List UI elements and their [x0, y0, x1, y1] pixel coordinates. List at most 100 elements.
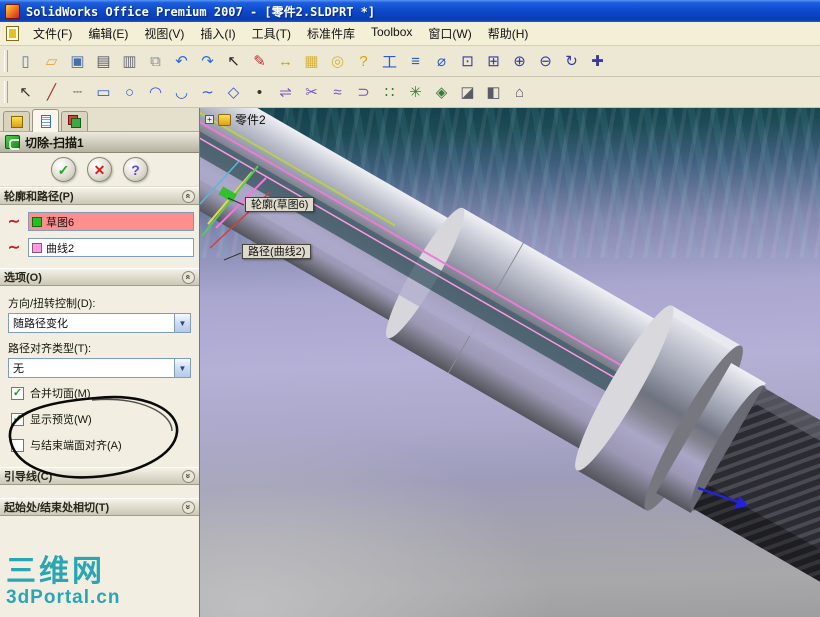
- selection-field[interactable]: 草图6: [28, 212, 194, 231]
- new-document-icon[interactable]: ▯: [13, 49, 38, 73]
- menu-item[interactable]: 插入(I): [192, 22, 243, 45]
- check-mark-icon: [13, 412, 22, 425]
- measure-icon[interactable]: ⌀: [429, 49, 454, 73]
- cancel-button[interactable]: ✕: [87, 157, 112, 182]
- zoom-fit-icon[interactable]: ⊡: [455, 49, 480, 73]
- dropdown-arrow-icon[interactable]: [174, 359, 190, 377]
- checkbox[interactable]: [11, 412, 24, 426]
- undo-icon[interactable]: ↶: [169, 49, 194, 73]
- checkbox[interactable]: [11, 438, 24, 452]
- save-icon[interactable]: ▣: [65, 49, 90, 73]
- group-options-body: 方向/扭转控制(D): 随路径变化 路径对齐类型(T): 无 合并切面(M): [0, 286, 199, 467]
- print-icon[interactable]: ▤: [91, 49, 116, 73]
- menu-item[interactable]: 帮助(H): [480, 22, 537, 45]
- expand-chevron-icon[interactable]: [182, 500, 195, 514]
- selection-value: 曲线2: [46, 242, 75, 255]
- checkbox[interactable]: [11, 386, 24, 400]
- selection-field[interactable]: 曲线2: [28, 238, 194, 257]
- title-bar: SolidWorks Office Premium 2007 - [零件2.SL…: [0, 0, 820, 22]
- pan-view-icon[interactable]: ✚: [585, 49, 610, 73]
- collapse-chevron-icon[interactable]: [182, 270, 195, 284]
- property-manager-panel: 切除-扫描1 ✓ ✕ ? 轮廓和路径(P) ∼: [0, 108, 200, 617]
- option-checkbox-row[interactable]: 合并切面(M): [11, 385, 194, 401]
- zoom-area-icon[interactable]: ⊞: [481, 49, 506, 73]
- check-mark-icon: [13, 386, 22, 399]
- configuration-manager-tab[interactable]: [61, 111, 88, 131]
- group-start-end-tangency-header[interactable]: 起始处/结束处相切(T): [0, 498, 199, 516]
- section-view-icon[interactable]: ◧: [481, 80, 506, 104]
- linear-pattern-icon[interactable]: ∷: [377, 80, 402, 104]
- line-icon[interactable]: ╱: [39, 80, 64, 104]
- centerline-icon[interactable]: ┄: [65, 80, 90, 104]
- ok-button[interactable]: ✓: [51, 157, 76, 182]
- zoom-out-icon[interactable]: ⊖: [533, 49, 558, 73]
- copy-icon[interactable]: ⧉: [143, 49, 168, 73]
- toolbar-drag-handle[interactable]: [4, 81, 8, 103]
- menu-item[interactable]: 编辑(E): [80, 22, 136, 45]
- group-profile-path-header[interactable]: 轮廓和路径(P): [0, 187, 199, 205]
- path-callout[interactable]: 路径(曲线2): [242, 244, 312, 259]
- option-checkbox-row[interactable]: 显示预览(W): [11, 411, 194, 427]
- display-style-icon[interactable]: ◪: [455, 80, 480, 104]
- point-icon[interactable]: •: [247, 80, 272, 104]
- graphics-area[interactable]: + 零件2 轮廓(草图6) 路径(曲线2): [200, 108, 820, 617]
- property-sheet-icon: [40, 114, 51, 128]
- expand-chevron-icon[interactable]: [182, 469, 195, 483]
- toolbar-drag-handle[interactable]: [4, 50, 8, 72]
- selection-value: 草图6: [46, 216, 75, 229]
- feature-tree-icon: [10, 115, 23, 128]
- open-folder-icon[interactable]: ▱: [39, 49, 64, 73]
- select-arrow-icon[interactable]: ↖: [221, 49, 246, 73]
- sketch-select-icon[interactable]: ↖: [13, 80, 38, 104]
- menu-item[interactable]: 窗口(W): [420, 22, 479, 45]
- part-tree-label[interactable]: 零件2: [235, 111, 266, 128]
- part-icon: [218, 113, 231, 126]
- tangent-arc-icon[interactable]: ◡: [169, 80, 194, 104]
- path-alignment-combo[interactable]: 无: [8, 358, 191, 378]
- group-guide-curves-header[interactable]: 引导线(C): [0, 467, 199, 485]
- zoom-in-icon[interactable]: ⊕: [507, 49, 532, 73]
- view-orientation-icon[interactable]: ⌂: [507, 80, 532, 104]
- path-selector-icon: ∼: [7, 239, 21, 256]
- rectangle-icon[interactable]: ▭: [91, 80, 116, 104]
- arc-icon[interactable]: ◠: [143, 80, 168, 104]
- standard-toolbar-icons: ▯ ▱ ▣ ▤ ▥ ⧉ ↶ ↷ ↖ ✎ ↔ ▦ ◎? 工 ≡ ⌀ ⊡ ⊞ ⊕ ⊖ ↻ ✚: [13, 49, 610, 73]
- menu-item[interactable]: 文件(F): [25, 22, 80, 45]
- sketch-icon[interactable]: ✎: [247, 49, 272, 73]
- menu-item[interactable]: Toolbox: [363, 22, 420, 45]
- group-options-header[interactable]: 选项(O): [0, 268, 199, 286]
- circle-icon[interactable]: ○: [117, 80, 142, 104]
- property-manager-tab[interactable]: [32, 109, 59, 132]
- selection-row: ∼ 曲线2: [5, 238, 194, 257]
- convert-entities-icon[interactable]: ⊃: [351, 80, 376, 104]
- menu-item[interactable]: 视图(V): [136, 22, 192, 45]
- polygon-icon[interactable]: ◇: [221, 80, 246, 104]
- rotate-view-icon[interactable]: ↻: [559, 49, 584, 73]
- smart-dimension-icon[interactable]: ↔: [273, 49, 298, 73]
- mirror-entities-icon[interactable]: ⇌: [273, 80, 298, 104]
- spline-icon[interactable]: ∼: [195, 80, 220, 104]
- help-icon[interactable]: ?: [351, 49, 376, 73]
- dropdown-arrow-icon[interactable]: [174, 314, 190, 332]
- option-checkbox-row[interactable]: 与结束端面对齐(A): [11, 437, 194, 453]
- help-button[interactable]: ?: [123, 157, 148, 182]
- collapse-chevron-icon[interactable]: [182, 189, 195, 203]
- profile-callout[interactable]: 轮廓(草图6): [245, 197, 315, 212]
- redo-icon[interactable]: ↷: [195, 49, 220, 73]
- print-preview-icon[interactable]: ▥: [117, 49, 142, 73]
- cosmosxpress-icon[interactable]: 工: [377, 49, 402, 73]
- circular-pattern-icon[interactable]: ✳: [403, 80, 428, 104]
- action-buttons: ✓ ✕ ?: [0, 153, 199, 187]
- revolve-icon[interactable]: ◎: [325, 49, 350, 73]
- offset-entities-icon[interactable]: ≈: [325, 80, 350, 104]
- trim-entities-icon[interactable]: ✂: [299, 80, 324, 104]
- tree-expand-icon[interactable]: +: [205, 115, 214, 124]
- direction-control-combo[interactable]: 随路径变化: [8, 313, 191, 333]
- menu-item[interactable]: 工具(T): [244, 22, 299, 45]
- menu-item[interactable]: 标准件库: [299, 22, 363, 45]
- instant3d-icon[interactable]: ≡: [403, 49, 428, 73]
- extrude-boss-icon[interactable]: ▦: [299, 49, 324, 73]
- feature-manager-tab[interactable]: [3, 111, 30, 131]
- shaft-model[interactable]: [200, 108, 820, 617]
- move-entities-icon[interactable]: ◈: [429, 80, 454, 104]
